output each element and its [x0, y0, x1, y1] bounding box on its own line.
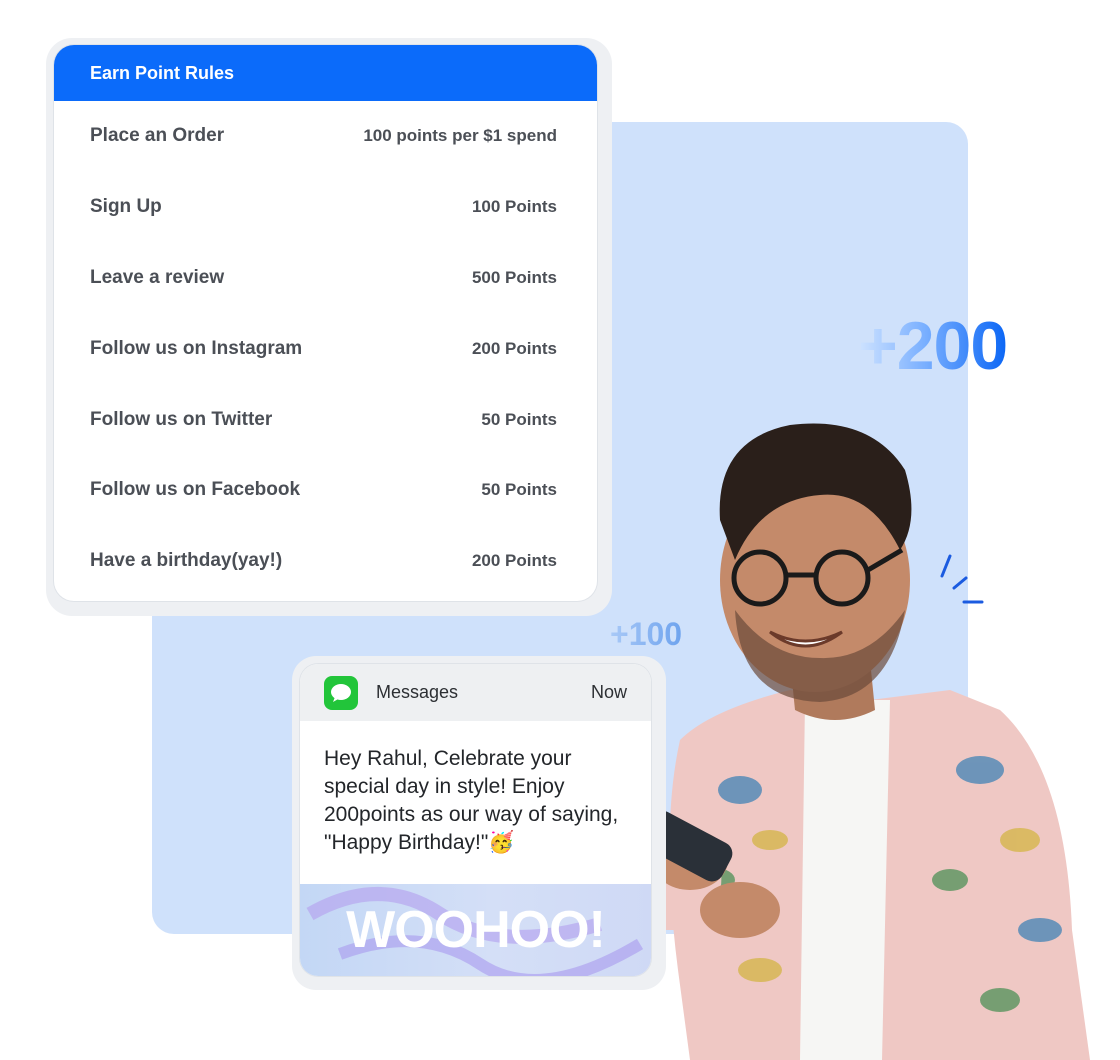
- person-with-phone-illustration: [641, 423, 1090, 1060]
- rule-row-follow-instagram: Follow us on Instagram 200 Points: [54, 313, 597, 384]
- rule-points: 100 Points: [471, 197, 557, 217]
- earn-rules-header: Earn Point Rules: [54, 45, 597, 101]
- earn-rules-title: Earn Point Rules: [90, 62, 235, 83]
- message-app-name: Messages: [376, 682, 459, 702]
- message-header: Messages Now: [300, 664, 651, 721]
- rule-row-place-order: Place an Order 100 points per $1 spend: [54, 101, 597, 172]
- rule-name: Follow us on Twitter: [90, 408, 273, 430]
- rule-name: Follow us on Facebook: [90, 479, 301, 501]
- message-notification[interactable]: Messages Now Hey Rahul, Celebrate your s…: [300, 664, 651, 976]
- rule-name: Follow us on Instagram: [90, 337, 303, 359]
- woohoo-banner: WOOHOO!: [300, 884, 651, 976]
- rule-points: 500 Points: [471, 267, 557, 287]
- rule-row-follow-twitter: Follow us on Twitter 50 Points: [54, 384, 597, 455]
- rule-name: Have a birthday(yay!): [90, 550, 283, 572]
- woohoo-text: WOOHOO!: [346, 901, 606, 959]
- plus-200-badge: +200: [858, 308, 1008, 384]
- earn-rules-card: Earn Point Rules Place an Order 100 poin…: [54, 45, 597, 601]
- rule-points: 50 Points: [481, 480, 557, 500]
- message-body: Hey Rahul, Celebrate your special day in…: [324, 747, 619, 854]
- rule-name: Leave a review: [90, 266, 225, 288]
- rule-points: 100 points per $1 spend: [363, 126, 557, 146]
- rule-points: 50 Points: [481, 409, 557, 429]
- rule-row-leave-review: Leave a review 500 Points: [54, 243, 597, 314]
- message-bubble-icon: [324, 675, 358, 710]
- rule-row-sign-up: Sign Up 100 Points: [54, 172, 597, 243]
- rule-name: Place an Order: [90, 125, 225, 147]
- message-time: Now: [590, 682, 627, 702]
- rule-points: 200 Points: [471, 551, 557, 571]
- rule-row-birthday: Have a birthday(yay!) 200 Points: [54, 526, 597, 597]
- rule-name: Sign Up: [90, 196, 162, 218]
- rule-points: 200 Points: [471, 338, 557, 358]
- rule-row-follow-facebook: Follow us on Facebook 50 Points: [54, 455, 597, 526]
